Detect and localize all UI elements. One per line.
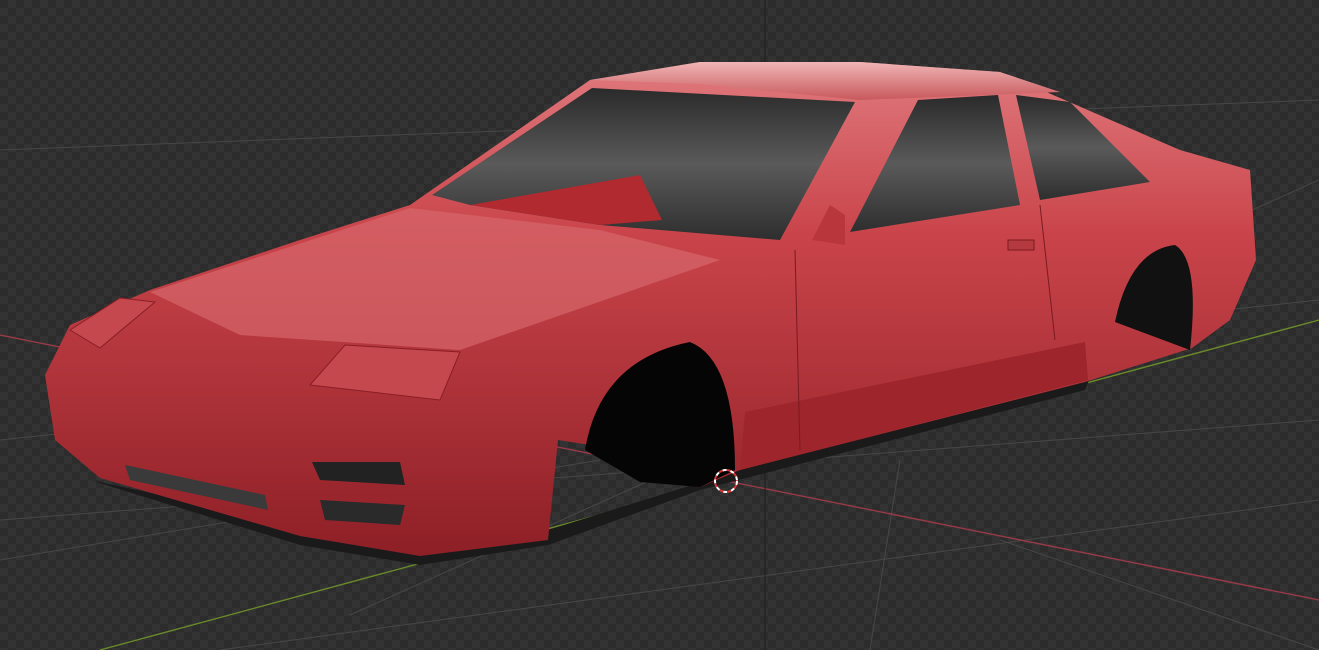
car-body-model[interactable] [45, 62, 1256, 565]
3d-viewport[interactable] [0, 0, 1319, 650]
door-handle [1007, 239, 1035, 251]
scene [0, 0, 1319, 650]
